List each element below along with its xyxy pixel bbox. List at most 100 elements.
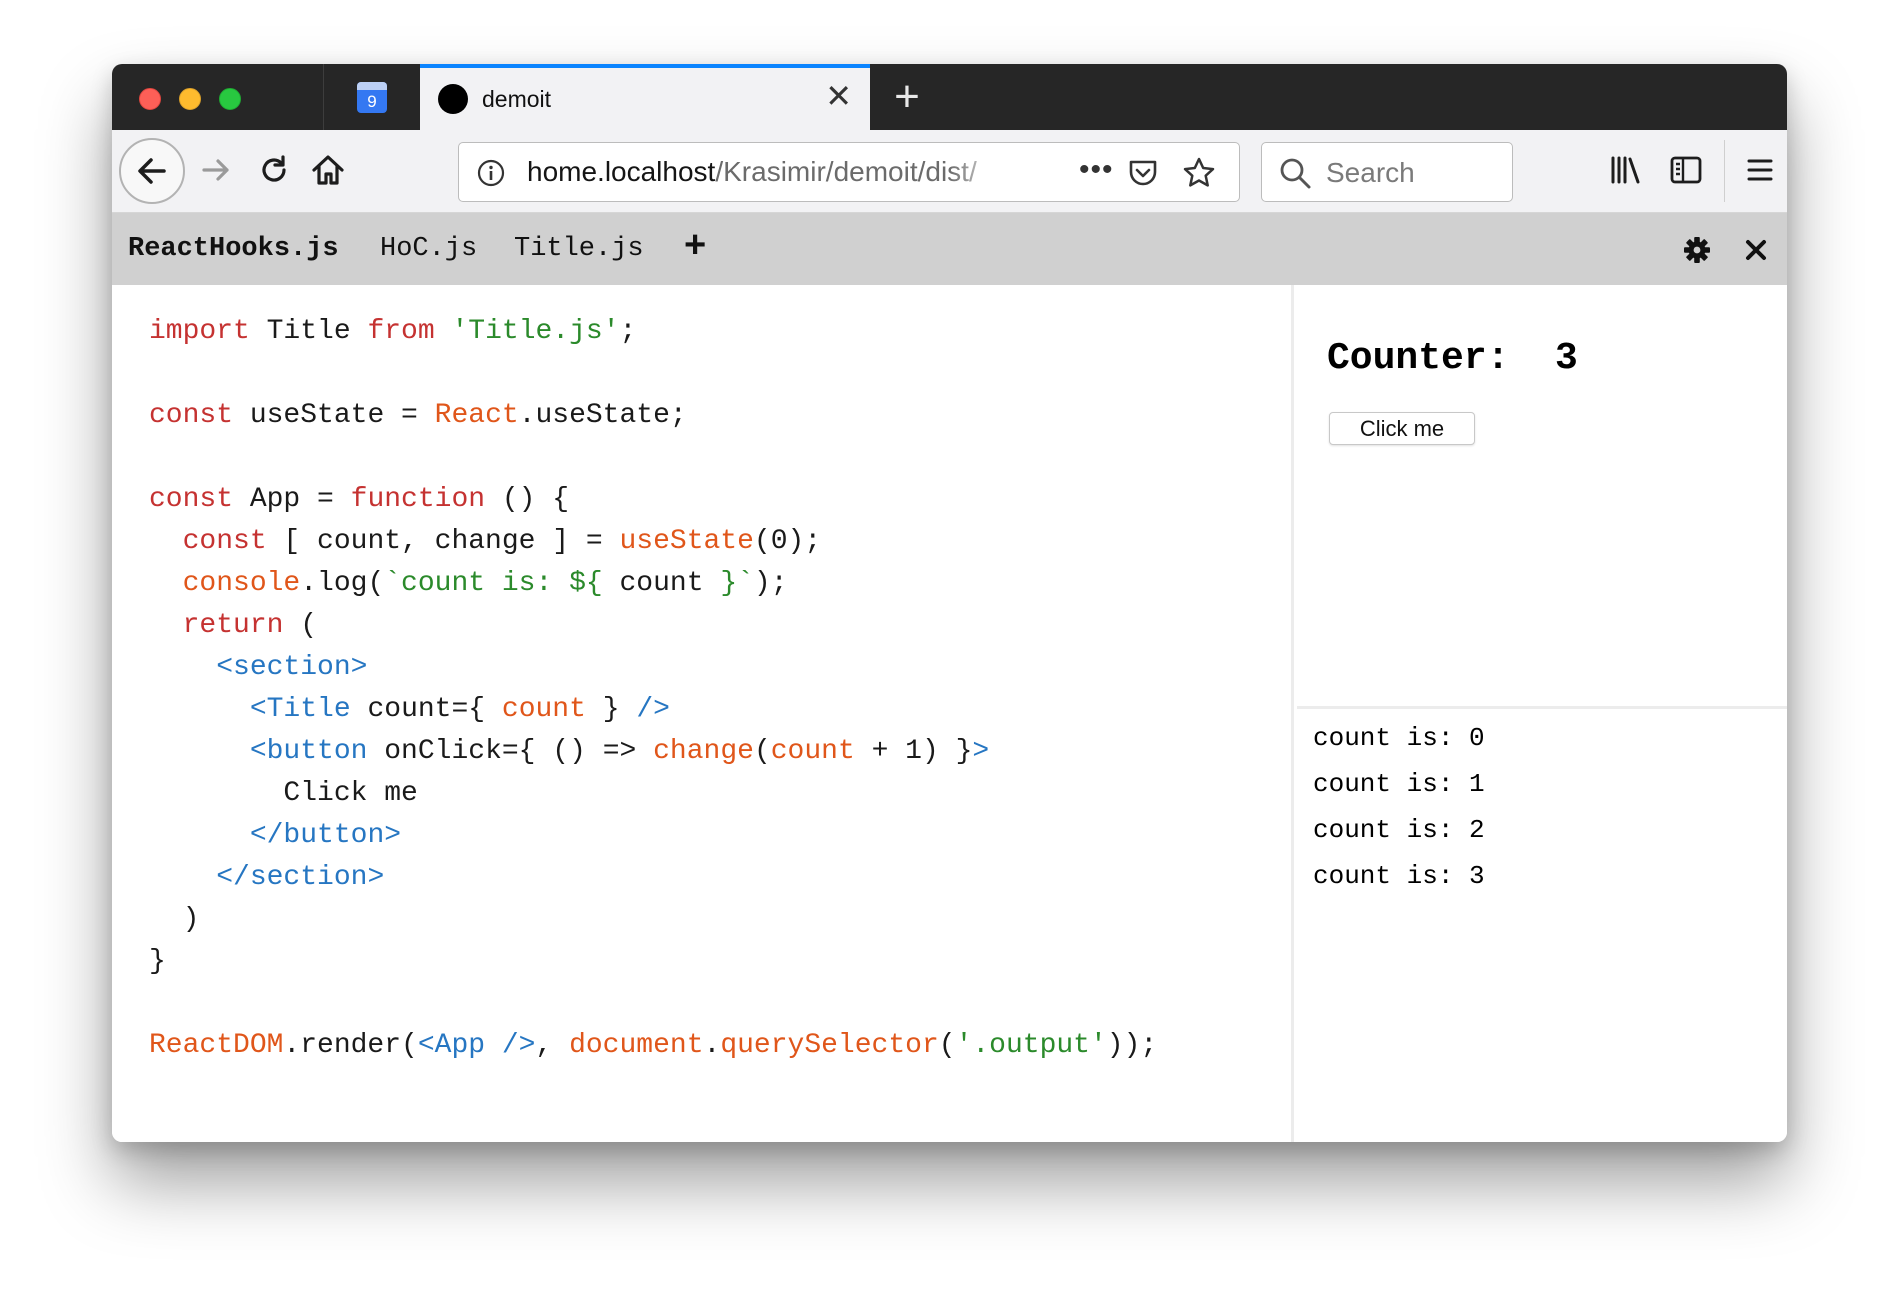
counter-heading: Counter: 3 [1327, 337, 1578, 380]
code-line: <section> [149, 647, 1157, 689]
url-text[interactable]: home.localhost/Krasimir/demoit/dist/ [527, 156, 1007, 188]
zoom-window-button[interactable] [219, 88, 241, 110]
code-line: <button onClick={ () => change(count + 1… [149, 731, 1157, 773]
browser-window: 9 demoit ✕ + home.localhost/Krasimir/dem… [112, 64, 1787, 1142]
code-token: } [149, 946, 166, 977]
search-bar[interactable]: Search [1261, 142, 1513, 202]
code-line: import Title from 'Title.js'; [149, 311, 1157, 353]
code-token: React [434, 400, 519, 431]
code-token: </button> [249, 820, 402, 851]
page-actions-icon[interactable]: ••• [1079, 153, 1114, 187]
code-token: App = [233, 484, 351, 515]
gear-icon[interactable] [1682, 235, 1712, 265]
code-token: const [149, 400, 234, 431]
new-tab-button[interactable]: + [875, 68, 939, 126]
code-token: }` [720, 568, 754, 599]
code-token: } [585, 694, 637, 725]
console-line: count is: 3 [1313, 861, 1485, 891]
click-me-button[interactable]: Click me [1329, 412, 1475, 445]
code-token: ( [938, 1030, 956, 1061]
search-icon [1280, 158, 1311, 189]
code-token: `count is: ${ [384, 568, 603, 599]
add-file-icon[interactable]: + [684, 226, 706, 264]
code-token: onClick={ () => [367, 736, 654, 767]
code-line: console.log(`count is: ${ count }`); [149, 563, 1157, 605]
code-line: </button> [149, 815, 1157, 857]
code-token: ) [149, 904, 200, 935]
forward-button[interactable] [196, 150, 236, 190]
console-output: count is: 0 count is: 1 count is: 2 coun… [1297, 712, 1787, 1142]
code-token: + 1) } [854, 736, 973, 767]
code-content[interactable]: import Title from 'Title.js'; const useS… [149, 311, 1157, 1067]
code-token: .render( [283, 1030, 418, 1061]
code-token: , [535, 1030, 570, 1061]
code-token: ReactDOM [149, 1030, 284, 1061]
code-token: count [501, 694, 586, 725]
code-token: console [182, 568, 301, 599]
hamburger-menu-icon[interactable] [1742, 152, 1778, 188]
code-token: useState [619, 526, 754, 557]
sidebar-toggle-icon[interactable] [1668, 152, 1704, 188]
preview-pane: Counter: 3 Click me [1297, 285, 1787, 709]
bookmark-star-icon[interactable] [1181, 155, 1217, 191]
library-icon[interactable] [1608, 152, 1644, 188]
code-token: const [182, 526, 267, 557]
code-token: <App /> [417, 1030, 536, 1061]
code-editor[interactable]: import Title from 'Title.js'; const useS… [112, 285, 1294, 1142]
code-token: )); [1106, 1030, 1158, 1061]
back-button[interactable] [119, 138, 185, 204]
file-tab-title[interactable]: Title.js [514, 234, 644, 264]
close-tab-icon[interactable]: ✕ [825, 80, 852, 112]
calendar-icon: 9 [357, 81, 387, 113]
code-token: . [703, 1030, 721, 1061]
file-tab-reacthooks[interactable]: ReactHooks.js [128, 234, 339, 264]
code-line: <Title count={ count } /> [149, 689, 1157, 731]
console-line: count is: 0 [1313, 723, 1485, 753]
code-token: return [182, 610, 284, 641]
code-token: <button [249, 736, 368, 767]
demoit-favicon-icon [438, 84, 468, 114]
code-line: const [ count, change ] = useState(0); [149, 521, 1157, 563]
code-line: ReactDOM.render(<App />, document.queryS… [149, 1025, 1157, 1067]
close-icon[interactable] [1743, 237, 1769, 263]
toolbar-divider [1724, 140, 1725, 202]
code-token: ); [753, 568, 788, 599]
info-circle-icon[interactable] [476, 158, 506, 188]
code-line: return ( [149, 605, 1157, 647]
file-tab-hoc[interactable]: HoC.js [380, 234, 477, 264]
console-line: count is: 1 [1313, 769, 1485, 799]
url-host: home.localhost [527, 156, 716, 187]
code-token: Title [249, 316, 368, 347]
home-button[interactable] [308, 150, 348, 190]
code-token: 'Title.js' [451, 316, 620, 347]
code-token: from [367, 316, 435, 347]
code-token: </section> [216, 862, 385, 893]
code-token: > [972, 736, 990, 767]
code-token: ( [283, 610, 318, 641]
navigation-toolbar: home.localhost/Krasimir/demoit/dist/ •••… [112, 130, 1787, 213]
code-token: (0); [753, 526, 822, 557]
code-token: [ count, change ] = [266, 526, 620, 557]
pocket-icon[interactable] [1126, 156, 1160, 190]
code-line: </section> [149, 857, 1157, 899]
code-token: <Title [249, 694, 351, 725]
close-window-button[interactable] [139, 88, 161, 110]
reload-button[interactable] [254, 150, 294, 190]
tab-demoit[interactable]: demoit ✕ [420, 64, 870, 130]
code-line: const useState = React.useState; [149, 395, 1157, 437]
code-token: '.output' [955, 1030, 1107, 1061]
code-token: Click me [149, 778, 418, 809]
address-bar[interactable]: home.localhost/Krasimir/demoit/dist/ ••• [458, 142, 1240, 202]
minimize-window-button[interactable] [179, 88, 201, 110]
tab-pinned-calendar[interactable]: 9 [324, 64, 420, 130]
